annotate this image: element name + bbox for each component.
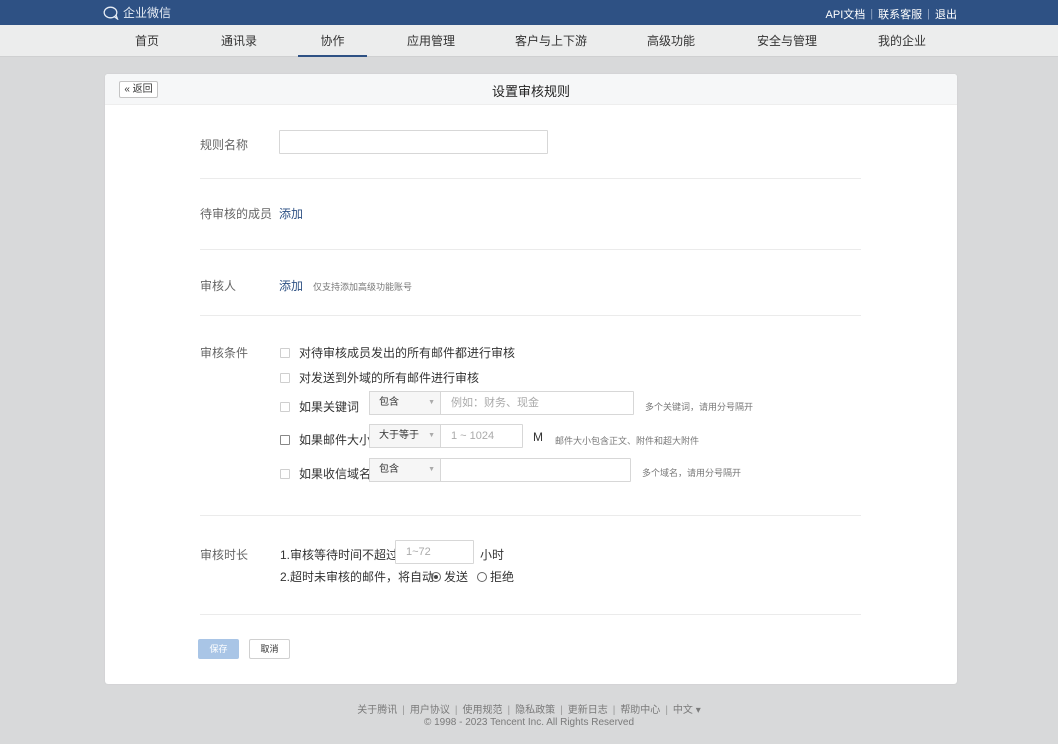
divider [200, 315, 861, 316]
condition-external-label: 对发送到外域的所有邮件进行审核 [299, 371, 480, 385]
nav-item-customers-partners[interactable]: 客户与上下游 [511, 25, 591, 57]
nav-item-advanced-features[interactable]: 高级功能 [641, 25, 701, 57]
footer-link-usage-rules[interactable]: 使用规范 [462, 705, 502, 716]
reviewer-hint: 仅支持添加高级功能账号 [313, 282, 413, 292]
cancel-button[interactable]: 取消 [249, 639, 290, 659]
divider: | [507, 705, 511, 716]
footer-link-user-agreement[interactable]: 用户协议 [410, 705, 450, 716]
domain-input[interactable] [440, 458, 631, 482]
divider [200, 249, 861, 250]
size-hint: 邮件大小包含正文、附件和超大附件 [555, 436, 700, 446]
chevron-down-icon: ▼ [428, 432, 435, 439]
condition-all-label: 对待审核成员发出的所有邮件都进行审核 [299, 346, 516, 360]
keyword-match-select[interactable]: 包含 ▼ [369, 391, 441, 415]
condition-domain-label: 如果收信域名 [299, 467, 372, 481]
divider [200, 614, 861, 615]
divider: | [454, 705, 458, 716]
add-members-link[interactable]: 添加 [279, 205, 303, 222]
divider [200, 515, 861, 516]
top-links: API文档 | 联系客服 | 退出 [826, 6, 957, 22]
rule-name-label: 规则名称 [200, 138, 249, 152]
keyword-match-value: 包含 [379, 397, 399, 408]
condition-keyword-label: 如果关键词 [299, 400, 360, 414]
size-input[interactable]: 1 ~ 1024 [440, 424, 523, 448]
footer-link-about[interactable]: 关于腾讯 [357, 705, 397, 716]
rule-settings-card: « 返回 设置审核规则 规则名称 待审核的成员 添加 审核人 添加 仅支持添加高… [105, 74, 957, 684]
domain-hint: 多个域名，请用分号隔开 [642, 468, 742, 478]
nav-item-app-management[interactable]: 应用管理 [401, 25, 461, 57]
condition-all-row[interactable]: 对待审核成员发出的所有邮件都进行审核 [280, 344, 515, 361]
wecom-logo-icon [103, 6, 119, 20]
nav-item-my-enterprise[interactable]: 我的企业 [872, 25, 932, 57]
send-radio-label: 发送 [444, 570, 469, 584]
add-reviewer-link[interactable]: 添加 [279, 277, 303, 294]
domain-match-value: 包含 [379, 464, 399, 475]
nav-item-contacts[interactable]: 通讯录 [215, 25, 263, 57]
duration-line2: 2.超时未审核的邮件，将自动 [280, 570, 435, 584]
duration-hours-input[interactable]: 1~72 [395, 540, 474, 564]
page-title: 设置审核规则 [491, 84, 570, 99]
chevron-down-icon: ▼ [428, 399, 435, 406]
condition-keyword-row[interactable]: 如果关键词 [280, 398, 359, 415]
rule-name-input[interactable] [279, 130, 548, 154]
logout-link[interactable]: 退出 [935, 6, 957, 22]
reviewer-label: 审核人 [200, 279, 237, 293]
copyright: © 1998 - 2023 Tencent Inc. All Rights Re… [423, 717, 635, 728]
domain-match-select[interactable]: 包含 ▼ [369, 458, 441, 482]
divider [200, 178, 861, 179]
duration-line1: 1.审核等待时间不超过 [280, 548, 399, 562]
condition-keyword-checkbox[interactable] [280, 401, 290, 412]
logo-text: 企业微信 [123, 6, 172, 20]
footer-link-help[interactable]: 帮助中心 [620, 705, 660, 716]
condition-domain-row[interactable]: 如果收信域名 [280, 465, 371, 482]
conditions-label: 审核条件 [200, 346, 249, 360]
reject-radio-label: 拒绝 [490, 570, 515, 584]
top-bar: 企业微信 API文档 | 联系客服 | 退出 [0, 0, 1058, 25]
members-label: 待审核的成员 [200, 207, 273, 221]
size-compare-select[interactable]: 大于等于 ▼ [369, 424, 441, 448]
nav-item-home[interactable]: 首页 [126, 25, 168, 57]
divider: | [560, 705, 563, 716]
chevron-down-icon: ▼ [428, 466, 435, 473]
condition-domain-checkbox[interactable] [280, 468, 290, 479]
keyword-input[interactable]: 例如：财务、现金 [440, 391, 634, 415]
divider: | [870, 8, 874, 20]
duration-unit: 小时 [480, 548, 505, 562]
condition-external-checkbox[interactable] [280, 372, 290, 383]
condition-size-label: 如果邮件大小 [299, 433, 372, 447]
footer-link-changelog[interactable]: 更新日志 [568, 705, 608, 716]
contact-support-link[interactable]: 联系客服 [878, 6, 922, 22]
divider: | [612, 705, 616, 716]
divider: | [927, 8, 930, 20]
timeout-send-option[interactable]: 发送 [431, 568, 468, 585]
size-unit: M [533, 430, 543, 444]
keyword-hint: 多个关键词，请用分号隔开 [645, 402, 754, 412]
footer-link-privacy[interactable]: 隐私政策 [515, 705, 555, 716]
wecom-logo[interactable]: 企业微信 [103, 4, 171, 21]
api-docs-link[interactable]: API文档 [826, 6, 866, 22]
condition-all-checkbox[interactable] [280, 347, 290, 358]
send-radio[interactable] [431, 572, 441, 582]
condition-size-checkbox[interactable] [280, 434, 290, 445]
timeout-reject-option[interactable]: 拒绝 [477, 568, 514, 585]
language-select[interactable]: 中文 ▾ [673, 705, 701, 716]
divider: | [402, 705, 405, 716]
footer-links: 关于腾讯 | 用户协议 | 使用规范 | 隐私政策 | 更新日志 | 帮助中心 | 中文 ▾ [0, 701, 1058, 716]
save-button[interactable]: 保存 [198, 639, 239, 659]
condition-external-row[interactable]: 对发送到外域的所有邮件进行审核 [280, 369, 479, 386]
main-nav: 首页 通讯录 协作 应用管理 客户与上下游 高级功能 安全与管理 我的企业 [0, 25, 1058, 57]
size-compare-value: 大于等于 [379, 430, 419, 441]
reject-radio[interactable] [477, 572, 487, 582]
divider: | [665, 705, 668, 716]
condition-size-row[interactable]: 如果邮件大小 [280, 431, 371, 448]
card-header: « 返回 设置审核规则 [105, 74, 957, 105]
nav-item-security[interactable]: 安全与管理 [751, 25, 823, 57]
duration-label: 审核时长 [200, 548, 249, 562]
nav-item-collaboration[interactable]: 协作 [298, 25, 367, 57]
